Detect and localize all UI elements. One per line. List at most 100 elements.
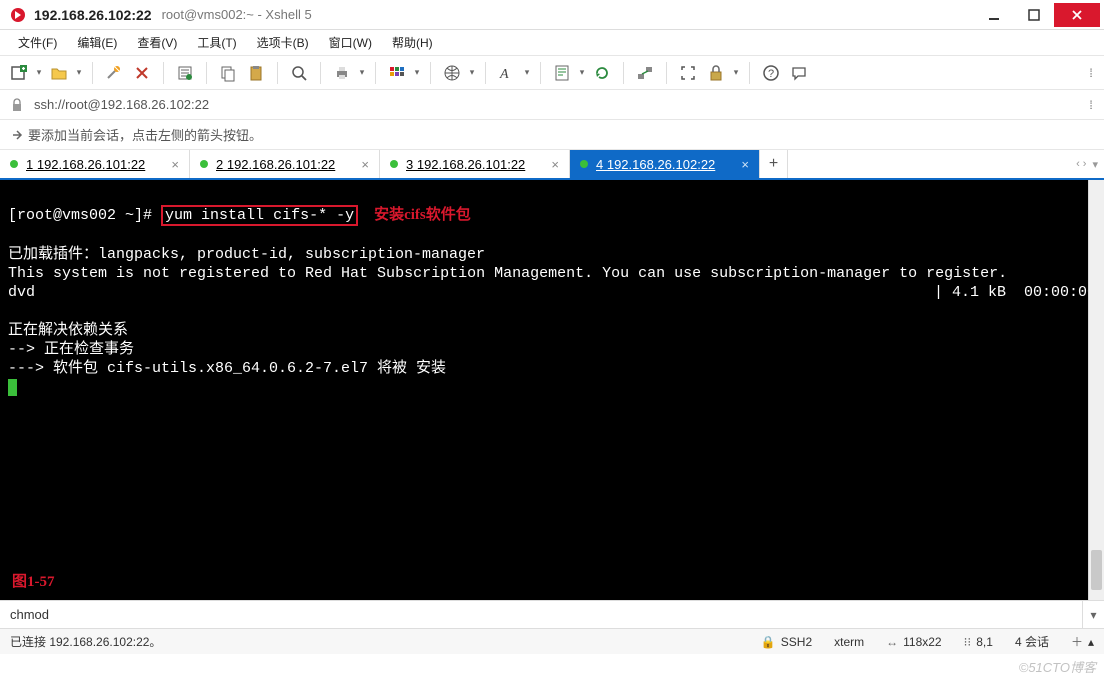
dropdown-icon[interactable]: ▾ <box>34 67 44 78</box>
palette-icon[interactable] <box>384 60 410 86</box>
status-size: ↔118x22 <box>886 635 941 649</box>
print-icon[interactable] <box>329 60 355 86</box>
close-icon[interactable]: × <box>551 157 559 172</box>
close-icon[interactable]: × <box>171 157 179 172</box>
help-icon[interactable]: ? <box>758 60 784 86</box>
separator <box>277 62 278 84</box>
tab-nav[interactable]: ‹ › ▾ <box>1076 150 1098 178</box>
app-icon <box>10 7 26 23</box>
chevron-up-icon[interactable]: ▴ <box>1088 635 1094 649</box>
dropdown-icon[interactable]: ▾ <box>467 67 477 78</box>
tab-label: 3 192.168.26.101:22 <box>406 157 543 172</box>
terminal-cursor <box>8 379 17 396</box>
scrollbar-handle[interactable] <box>1091 550 1102 590</box>
lock-icon[interactable] <box>703 60 729 86</box>
address-field[interactable]: ssh://root@192.168.26.102:22 <box>28 97 1084 112</box>
tab-nav-dropdown-icon[interactable]: ▾ <box>1092 158 1098 171</box>
script-icon[interactable] <box>549 60 575 86</box>
maximize-button[interactable] <box>1014 3 1054 27</box>
dropdown-icon[interactable]: ▾ <box>74 67 84 78</box>
dropdown-icon[interactable]: ▾ <box>412 67 422 78</box>
toolbar-overflow-icon[interactable]: ⁞ <box>1084 66 1098 80</box>
separator <box>430 62 431 84</box>
connect-icon[interactable] <box>101 60 127 86</box>
title-subtitle: root@vms002:~ - Xshell 5 <box>162 7 312 22</box>
session-tab-4[interactable]: 4 192.168.26.102:22 × <box>570 150 760 178</box>
refresh-icon[interactable] <box>589 60 615 86</box>
terminal-scrollbar[interactable] <box>1088 180 1104 600</box>
session-tab-3[interactable]: 3 192.168.26.101:22 × <box>380 150 570 178</box>
window-controls <box>974 3 1100 27</box>
separator <box>206 62 207 84</box>
lock-icon: 🔒 <box>761 635 776 649</box>
dropdown-icon[interactable]: ▾ <box>731 67 741 78</box>
compose-input[interactable]: chmod <box>0 601 1082 628</box>
arrow-right-icon[interactable] <box>6 128 28 142</box>
address-overflow-icon[interactable]: ⁞ <box>1084 98 1098 112</box>
fullscreen-icon[interactable] <box>675 60 701 86</box>
tab-nav-chevrons-icon[interactable]: ‹ › <box>1076 158 1086 170</box>
separator <box>623 62 624 84</box>
lock-icon <box>6 98 28 112</box>
close-icon[interactable]: × <box>741 157 749 172</box>
menu-tools[interactable]: 工具(T) <box>187 31 246 54</box>
globe-icon[interactable] <box>439 60 465 86</box>
status-dot-icon <box>390 160 398 168</box>
separator <box>540 62 541 84</box>
terminal[interactable]: [root@vms002 ~]# yum install cifs-* -y安装… <box>0 180 1104 600</box>
close-button[interactable] <box>1054 3 1100 27</box>
session-tab-1[interactable]: 1 192.168.26.101:22 × <box>0 150 190 178</box>
hint-text: 要添加当前会话，点击左侧的箭头按钮。 <box>28 125 262 144</box>
dropdown-icon[interactable]: ▾ <box>577 67 587 78</box>
minimize-button[interactable] <box>974 3 1014 27</box>
find-icon[interactable] <box>286 60 312 86</box>
address-bar: ssh://root@192.168.26.102:22 ⁞ <box>0 90 1104 120</box>
chat-icon[interactable] <box>786 60 812 86</box>
menubar: 文件(F) 编辑(E) 查看(V) 工具(T) 选项卡(B) 窗口(W) 帮助(… <box>0 30 1104 56</box>
new-session-icon[interactable] <box>6 60 32 86</box>
separator <box>163 62 164 84</box>
font-icon[interactable]: A <box>494 60 520 86</box>
status-ssh: 🔒SSH2 <box>761 635 812 649</box>
status-dot-icon <box>200 160 208 168</box>
status-dot-icon <box>10 160 18 168</box>
open-session-icon[interactable] <box>46 60 72 86</box>
menu-view[interactable]: 查看(V) <box>127 31 187 54</box>
add-tab-button[interactable]: + <box>760 150 788 178</box>
dropdown-icon[interactable]: ▾ <box>357 67 367 78</box>
disconnect-icon[interactable] <box>129 60 155 86</box>
watermark: ©51CTO博客 <box>1019 657 1096 676</box>
tab-label: 2 192.168.26.101:22 <box>216 157 353 172</box>
tab-label: 1 192.168.26.101:22 <box>26 157 163 172</box>
toolbar: ▾ ▾ ▾ ▾ ▾ A ▾ ▾ ▾ ? ⁞ <box>0 56 1104 90</box>
transfer-icon[interactable] <box>632 60 658 86</box>
copy-icon[interactable] <box>215 60 241 86</box>
separator <box>375 62 376 84</box>
close-icon[interactable]: × <box>361 157 369 172</box>
status-dot-icon <box>580 160 588 168</box>
menu-edit[interactable]: 编辑(E) <box>67 31 127 54</box>
terminal-line: ---> 软件包 cifs-utils.x86_64.0.6.2-7.el7 将… <box>8 360 446 377</box>
figure-label: 图1-57 <box>12 573 55 592</box>
menu-window[interactable]: 窗口(W) <box>319 31 382 54</box>
status-extra[interactable]: ＋▴ <box>1071 633 1094 650</box>
status-term: xterm <box>834 635 864 649</box>
status-pos: ⁝⁝8,1 <box>964 635 993 649</box>
terminal-line: 已加载插件：langpacks, product-id, subscriptio… <box>8 246 485 263</box>
separator <box>666 62 667 84</box>
resize-icon: ↔ <box>886 635 898 649</box>
session-tab-2[interactable]: 2 192.168.26.101:22 × <box>190 150 380 178</box>
menu-file[interactable]: 文件(F) <box>8 31 67 54</box>
tab-bar: 1 192.168.26.101:22 × 2 192.168.26.101:2… <box>0 150 1104 180</box>
separator <box>320 62 321 84</box>
paste-icon[interactable] <box>243 60 269 86</box>
separator <box>485 62 486 84</box>
plus-icon[interactable]: ＋ <box>1071 633 1083 650</box>
terminal-line: --> 正在检查事务 <box>8 341 134 358</box>
dropdown-icon[interactable]: ▾ <box>522 67 532 78</box>
menu-tabs[interactable]: 选项卡(B) <box>247 31 319 54</box>
menu-help[interactable]: 帮助(H) <box>382 31 443 54</box>
compose-dropdown-icon[interactable]: ▾ <box>1082 601 1104 628</box>
tab-label: 4 192.168.26.102:22 <box>596 157 733 172</box>
properties-icon[interactable] <box>172 60 198 86</box>
